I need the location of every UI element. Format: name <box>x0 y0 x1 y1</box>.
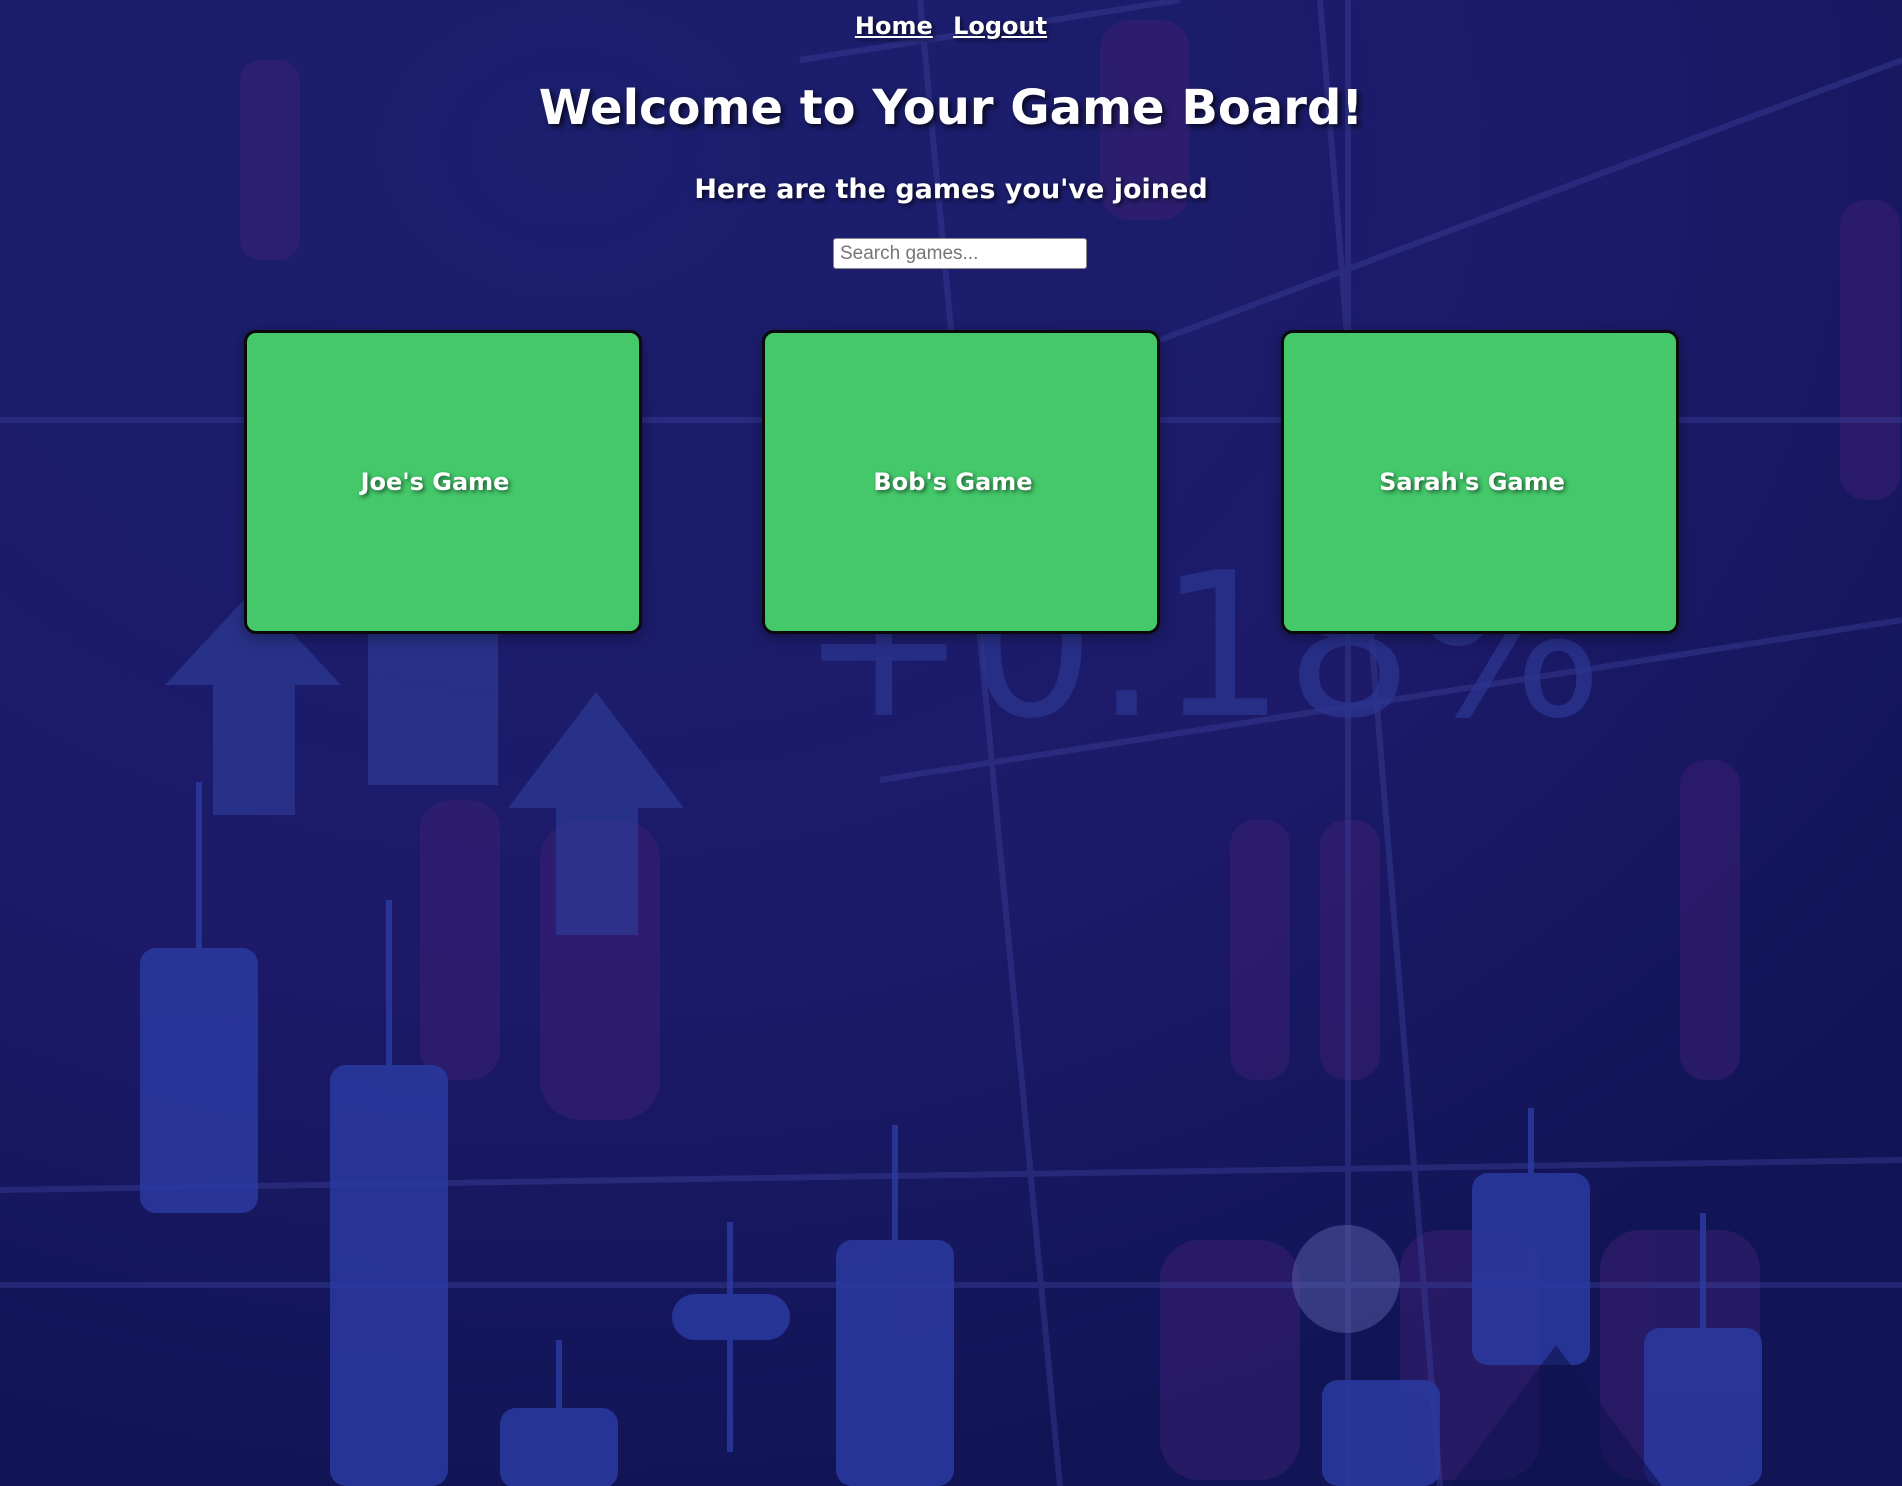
logout-link[interactable]: Logout <box>953 12 1047 40</box>
game-card-bob[interactable]: Bob's Game <box>762 330 1160 634</box>
game-card-label: Bob's Game <box>873 468 1033 496</box>
page-title: Welcome to Your Game Board! <box>538 80 1364 136</box>
top-nav: Home Logout <box>0 12 1902 40</box>
home-link[interactable]: Home <box>855 12 933 40</box>
page-subtitle: Here are the games you've joined <box>694 174 1208 205</box>
game-card-label: Joe's Game <box>360 468 510 496</box>
game-card-joe[interactable]: Joe's Game <box>244 330 642 634</box>
search-games-input[interactable] <box>833 238 1087 269</box>
game-card-sarah[interactable]: Sarah's Game <box>1281 330 1679 634</box>
game-card-label: Sarah's Game <box>1379 468 1565 496</box>
